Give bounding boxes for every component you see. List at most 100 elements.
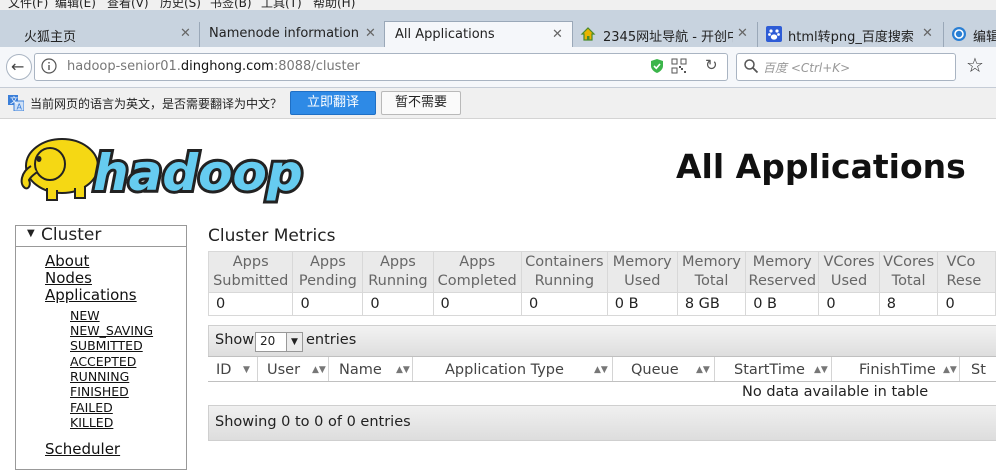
metric-header-line: Apps <box>309 254 346 270</box>
column-header-queue[interactable]: Queue ▲▼ <box>612 357 715 381</box>
menu-bookmarks[interactable]: 书签(B) <box>210 0 252 10</box>
tab-namenode[interactable]: Namenode information ✕ <box>200 22 384 47</box>
menu-help[interactable]: 帮助(H) <box>313 0 355 10</box>
tab-label: html转png_百度搜索 <box>788 30 914 45</box>
metric-header-line: Pending <box>298 273 357 289</box>
address-bar[interactable]: hadoop-senior01.dinghong.com:8088/cluste… <box>34 53 728 81</box>
metric-header: Memory Reserved <box>745 251 820 293</box>
metric-header-line: Completed <box>437 273 517 289</box>
tab-edit[interactable]: 编辑 <box>944 22 996 47</box>
metric-header: Apps Submitted <box>207 251 294 293</box>
column-label: ID <box>216 362 232 378</box>
tab-label: 编辑 <box>973 30 996 45</box>
search-icon <box>743 58 759 74</box>
sidebar: ▼ Cluster About Nodes Applications NEW N… <box>15 225 187 470</box>
metrics-header-row: Apps Submitted Apps Pending Apps Running Ap… <box>207 251 996 293</box>
sidebar-header-cluster[interactable]: ▼ Cluster <box>16 225 186 247</box>
close-icon[interactable]: ✕ <box>180 26 191 41</box>
metric-value: 8 <box>878 292 939 316</box>
metric-header-line: Memory <box>752 254 812 270</box>
column-header-application-type[interactable]: Application Type ▲▼ <box>412 357 613 381</box>
sidebar-state-accepted[interactable]: ACCEPTED <box>70 354 136 369</box>
tab-baidu-search[interactable]: html转png_百度搜索 ✕ <box>758 22 944 47</box>
metric-value: 0 B <box>606 292 678 316</box>
table-info-text: Showing 0 to 0 of 0 entries <box>215 414 411 430</box>
sort-icon: ▲▼ <box>312 365 326 375</box>
svg-text:A: A <box>17 103 23 112</box>
metric-header: Apps Running <box>362 251 434 293</box>
tab-all-applications[interactable]: All Applications ✕ <box>384 21 573 49</box>
url-prefix: hadoop-senior01. <box>67 59 181 74</box>
tab-label: All Applications <box>395 27 495 42</box>
tab-2345[interactable]: 2345网址导航 - 开创中国 ✕ <box>573 22 758 47</box>
empty-table-message: No data available in table <box>742 384 929 400</box>
menu-edit[interactable]: 编辑(E) <box>55 0 96 10</box>
menu-bar: 文件(F) 编辑(E) 查看(V) 历史(S) 书签(B) 工具(T) 帮助(H… <box>0 0 996 10</box>
menu-file[interactable]: 文件(F) <box>8 0 48 10</box>
metric-header-line: Rese <box>946 273 982 289</box>
metric-value: 0 <box>520 292 608 316</box>
sidebar-state-killed[interactable]: KILLED <box>70 415 113 430</box>
column-label: Queue <box>631 362 679 378</box>
close-icon[interactable]: ✕ <box>737 26 748 41</box>
close-icon[interactable]: ✕ <box>365 26 376 41</box>
cluster-metrics-title: Cluster Metrics <box>208 226 336 246</box>
cluster-metrics-table: Apps Submitted Apps Pending Apps Running Ap… <box>207 251 996 316</box>
hadoop-logo[interactable]: hadoop hadoop <box>17 126 317 212</box>
metric-header-line: Reserved <box>748 273 817 289</box>
show-label: Show <box>215 332 255 348</box>
entries-label: entries <box>306 332 357 348</box>
sidebar-link-applications[interactable]: Applications <box>45 286 137 304</box>
metric-header-line: Apps <box>459 254 496 270</box>
metric-header-line: VCo <box>946 254 976 270</box>
column-header-state[interactable]: St <box>959 357 996 381</box>
globe-icon <box>951 26 967 42</box>
sidebar-link-nodes[interactable]: Nodes <box>45 269 92 287</box>
metric-header: Apps Completed <box>432 251 522 293</box>
tab-firefox-home[interactable]: 火狐主页 ✕ <box>0 22 200 47</box>
column-header-name[interactable]: Name ▲▼ <box>328 357 413 381</box>
column-header-user[interactable]: User ▲▼ <box>257 357 329 381</box>
column-label: Name <box>339 362 382 378</box>
menu-history[interactable]: 历史(S) <box>160 0 201 10</box>
tab-label: 火狐主页 <box>24 30 77 45</box>
back-button[interactable]: ← <box>6 54 32 80</box>
table-length-bar: Show 20 ▼ entries <box>208 325 996 357</box>
column-header-finishtime[interactable]: FinishTime ▲▼ <box>831 357 960 381</box>
close-icon[interactable]: ✕ <box>552 27 563 42</box>
sidebar-state-submitted[interactable]: SUBMITTED <box>70 338 143 353</box>
menu-view[interactable]: 查看(V) <box>107 0 149 10</box>
reload-icon[interactable]: ↻ <box>705 56 718 74</box>
menu-tools[interactable]: 工具(T) <box>261 0 302 10</box>
metric-header: Memory Used <box>606 251 678 293</box>
column-label: FinishTime <box>859 362 936 378</box>
metric-value: 0 <box>292 292 364 316</box>
sidebar-state-new-saving[interactable]: NEW_SAVING <box>70 323 153 338</box>
search-box[interactable]: 百度 <Ctrl+K> <box>736 53 956 81</box>
sidebar-link-scheduler[interactable]: Scheduler <box>45 440 120 458</box>
metric-value: 0 <box>432 292 522 316</box>
decline-translate-button[interactable]: 暂不需要 <box>381 91 461 115</box>
shield-icon[interactable] <box>649 58 665 74</box>
metric-value: 0 <box>362 292 434 316</box>
column-header-starttime[interactable]: StartTime ▲▼ <box>714 357 832 381</box>
info-icon[interactable] <box>41 58 57 74</box>
sidebar-state-running[interactable]: RUNNING <box>70 369 129 384</box>
close-icon[interactable]: ✕ <box>922 26 933 41</box>
qr-code-icon[interactable] <box>671 58 687 74</box>
house-icon <box>580 26 596 41</box>
sidebar-state-new[interactable]: NEW <box>70 308 100 323</box>
sidebar-state-failed[interactable]: FAILED <box>70 400 113 415</box>
column-header-id[interactable]: ID ▼ <box>208 357 258 381</box>
page-size-select[interactable]: 20 ▼ <box>255 332 303 352</box>
metric-header-line: Used <box>624 273 661 289</box>
tab-strip: 火狐主页 ✕ Namenode information ✕ All Applic… <box>0 10 996 49</box>
sort-icon: ▲▼ <box>594 365 608 375</box>
sidebar-state-finished[interactable]: FINISHED <box>70 384 129 399</box>
page-content: hadoop hadoop All Applications ▼ Cluster… <box>0 119 996 472</box>
translate-now-button[interactable]: 立即翻译 <box>290 91 376 115</box>
sidebar-link-about[interactable]: About <box>45 252 89 270</box>
metric-value: 0 <box>818 292 880 316</box>
bookmark-star-icon[interactable]: ☆ <box>966 53 984 77</box>
tab-label: Namenode information <box>209 26 359 41</box>
